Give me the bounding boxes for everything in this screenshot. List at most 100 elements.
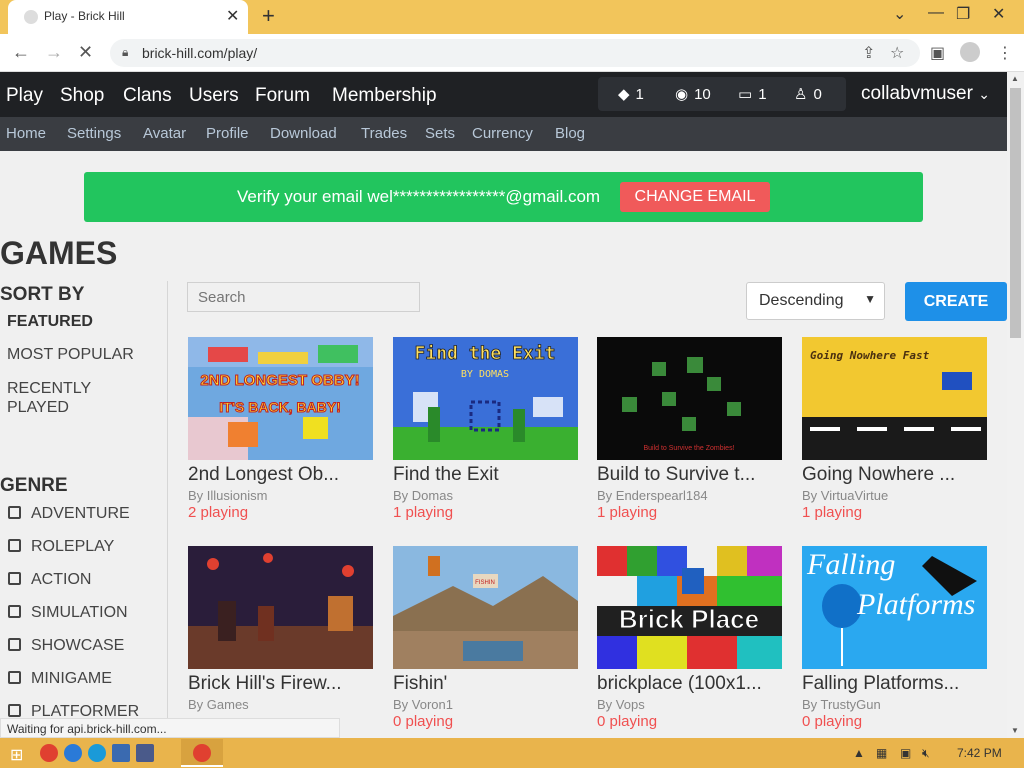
checkbox-icon[interactable]	[8, 539, 21, 552]
subnav-profile[interactable]: Profile	[206, 125, 249, 142]
genre-adventure[interactable]: ADVENTURE	[8, 505, 130, 523]
bits-stat[interactable]: ◉ 10	[675, 85, 711, 103]
restore-icon[interactable]: ❐	[956, 4, 970, 24]
game-title[interactable]: Fishin'	[393, 673, 588, 695]
game-card[interactable]: Brick Hill's Firew... By Games	[188, 546, 378, 738]
game-author[interactable]: By Vops	[597, 697, 645, 712]
create-button[interactable]: CREATE	[905, 282, 1007, 321]
game-title[interactable]: Brick Hill's Firew...	[188, 673, 383, 695]
subnav-currency[interactable]: Currency	[472, 125, 533, 142]
game-card[interactable]: Build to Survive the Zombies! Build to S…	[597, 337, 787, 537]
game-author[interactable]: By Games	[188, 697, 249, 712]
tab-close-icon[interactable]: ✕	[226, 6, 239, 26]
genre-action[interactable]: ACTION	[8, 571, 91, 589]
friends-stat[interactable]: ♙ 0	[794, 85, 822, 103]
checkbox-icon[interactable]	[8, 506, 21, 519]
sort-most-popular[interactable]: MOST POPULAR	[7, 346, 134, 364]
edge-taskbar-icon[interactable]	[88, 744, 106, 762]
game-card[interactable]: Falling Platforms Falling Platforms... B…	[802, 546, 992, 738]
nav-shop[interactable]: Shop	[60, 85, 104, 107]
order-select[interactable]: Descending ▼	[746, 282, 885, 320]
messages-stat[interactable]: ▭ 1	[738, 85, 767, 103]
subnav-avatar[interactable]: Avatar	[143, 125, 186, 142]
game-thumbnail[interactable]: 2ND LONGEST OBBY! IT'S BACK, BABY!	[188, 337, 373, 460]
game-title[interactable]: brickplace (100x1...	[597, 673, 792, 695]
nav-users[interactable]: Users	[189, 85, 239, 107]
chrome-taskbar-icon[interactable]	[40, 744, 58, 762]
nav-membership[interactable]: Membership	[332, 85, 437, 107]
network-icon[interactable]: ▦	[876, 746, 887, 760]
tab-search-chevron-icon[interactable]: ⌄	[893, 4, 906, 24]
game-thumbnail[interactable]	[188, 546, 373, 669]
game-thumbnail[interactable]: FISHIN	[393, 546, 578, 669]
scroll-down-arrow-icon[interactable]: ▼	[1011, 726, 1019, 735]
game-thumbnail[interactable]: Build to Survive the Zombies!	[597, 337, 782, 460]
profile-avatar-icon[interactable]	[960, 42, 980, 62]
search-input[interactable]	[187, 282, 420, 312]
close-window-icon[interactable]: ✕	[992, 4, 1005, 24]
game-thumbnail[interactable]: Falling Platforms	[802, 546, 987, 669]
new-tab-button[interactable]: +	[262, 3, 275, 29]
url-omnibox[interactable]: 🔒︎ brick-hill.com/play/ ⇪ ☆	[110, 39, 920, 67]
stop-loading-icon[interactable]: ✕	[78, 42, 93, 63]
explorer-taskbar-icon[interactable]	[112, 744, 130, 762]
sort-recently-played[interactable]: RECENTLY PLAYED	[7, 379, 117, 417]
game-title[interactable]: Build to Survive t...	[597, 464, 792, 486]
sort-featured[interactable]: FEATURED	[7, 313, 93, 331]
genre-roleplay[interactable]: ROLEPLAY	[8, 538, 114, 556]
url-text[interactable]: brick-hill.com/play/	[142, 45, 257, 61]
game-card[interactable]: Find the Exit BY DOMAS Find the Exit By …	[393, 337, 583, 537]
game-title[interactable]: 2nd Longest Ob...	[188, 464, 383, 486]
game-author[interactable]: By Domas	[393, 488, 453, 503]
back-arrow-icon[interactable]: ←	[12, 42, 30, 63]
game-card[interactable]: 2ND LONGEST OBBY! IT'S BACK, BABY! 2nd L…	[188, 337, 378, 537]
minimize-icon[interactable]: —	[928, 4, 944, 22]
game-thumbnail[interactable]: Find the Exit BY DOMAS	[393, 337, 578, 460]
game-author[interactable]: By Illusionism	[188, 488, 267, 503]
chrome-active-window[interactable]	[181, 739, 223, 767]
checkbox-icon[interactable]	[8, 605, 21, 618]
bricks-stat[interactable]: ◆ 1	[618, 85, 644, 103]
game-title[interactable]: Going Nowhere ...	[802, 464, 997, 486]
game-thumbnail[interactable]: Brick Place	[597, 546, 782, 669]
game-author[interactable]: By Voron1	[393, 697, 453, 712]
game-title[interactable]: Find the Exit	[393, 464, 588, 486]
genre-simulation[interactable]: SIMULATION	[8, 604, 128, 622]
genre-minigame[interactable]: MINIGAME	[8, 670, 112, 688]
checkbox-icon[interactable]	[8, 671, 21, 684]
scroll-up-arrow-icon[interactable]: ▲	[1011, 74, 1019, 83]
game-title[interactable]: Falling Platforms...	[802, 673, 997, 695]
game-author[interactable]: By VirtuaVirtue	[802, 488, 888, 503]
ie-taskbar-icon[interactable]	[64, 744, 82, 762]
game-card[interactable]: FISHIN Fishin' By Voron1 0 playing	[393, 546, 583, 738]
game-card[interactable]: Brick Place brickplace (100x1... By Vops…	[597, 546, 787, 738]
browser-tab[interactable]: Play - Brick Hill ✕	[8, 0, 248, 34]
scrollbar-thumb[interactable]	[1010, 88, 1021, 338]
nav-play[interactable]: Play	[6, 85, 43, 107]
page-scrollbar[interactable]: ▲ ▼	[1007, 72, 1024, 738]
checkbox-icon[interactable]	[8, 572, 21, 585]
subnav-trades[interactable]: Trades	[361, 125, 407, 142]
subnav-sets[interactable]: Sets	[425, 125, 455, 142]
share-icon[interactable]: ⇪	[862, 43, 875, 63]
checkbox-icon[interactable]	[8, 638, 21, 651]
taskbar-clock[interactable]: 7:42 PM	[957, 746, 1002, 760]
volume-muted-icon[interactable]: 🔇︎	[922, 746, 930, 761]
subnav-blog[interactable]: Blog	[555, 125, 585, 142]
side-panel-icon[interactable]: ▣	[930, 43, 945, 63]
tray-up-arrow-icon[interactable]: ▲	[853, 746, 865, 760]
subnav-home[interactable]: Home	[6, 125, 46, 142]
checkbox-icon[interactable]	[8, 704, 21, 717]
nav-forum[interactable]: Forum	[255, 85, 310, 107]
subnav-settings[interactable]: Settings	[67, 125, 121, 142]
app-taskbar-icon[interactable]	[136, 744, 154, 762]
nav-clans[interactable]: Clans	[123, 85, 172, 107]
game-author[interactable]: By Enderspearl184	[597, 488, 708, 503]
monitor-icon[interactable]: ▣	[900, 746, 911, 760]
genre-showcase[interactable]: SHOWCASE	[8, 637, 124, 655]
subnav-download[interactable]: Download	[270, 125, 337, 142]
username-dropdown[interactable]: collabvmuser ⌄	[861, 83, 990, 105]
game-card[interactable]: Going Nowhere Fast Going Nowhere ... By …	[802, 337, 992, 537]
change-email-button[interactable]: CHANGE EMAIL	[620, 182, 770, 212]
windows-start-icon[interactable]: ⊞	[10, 745, 23, 765]
